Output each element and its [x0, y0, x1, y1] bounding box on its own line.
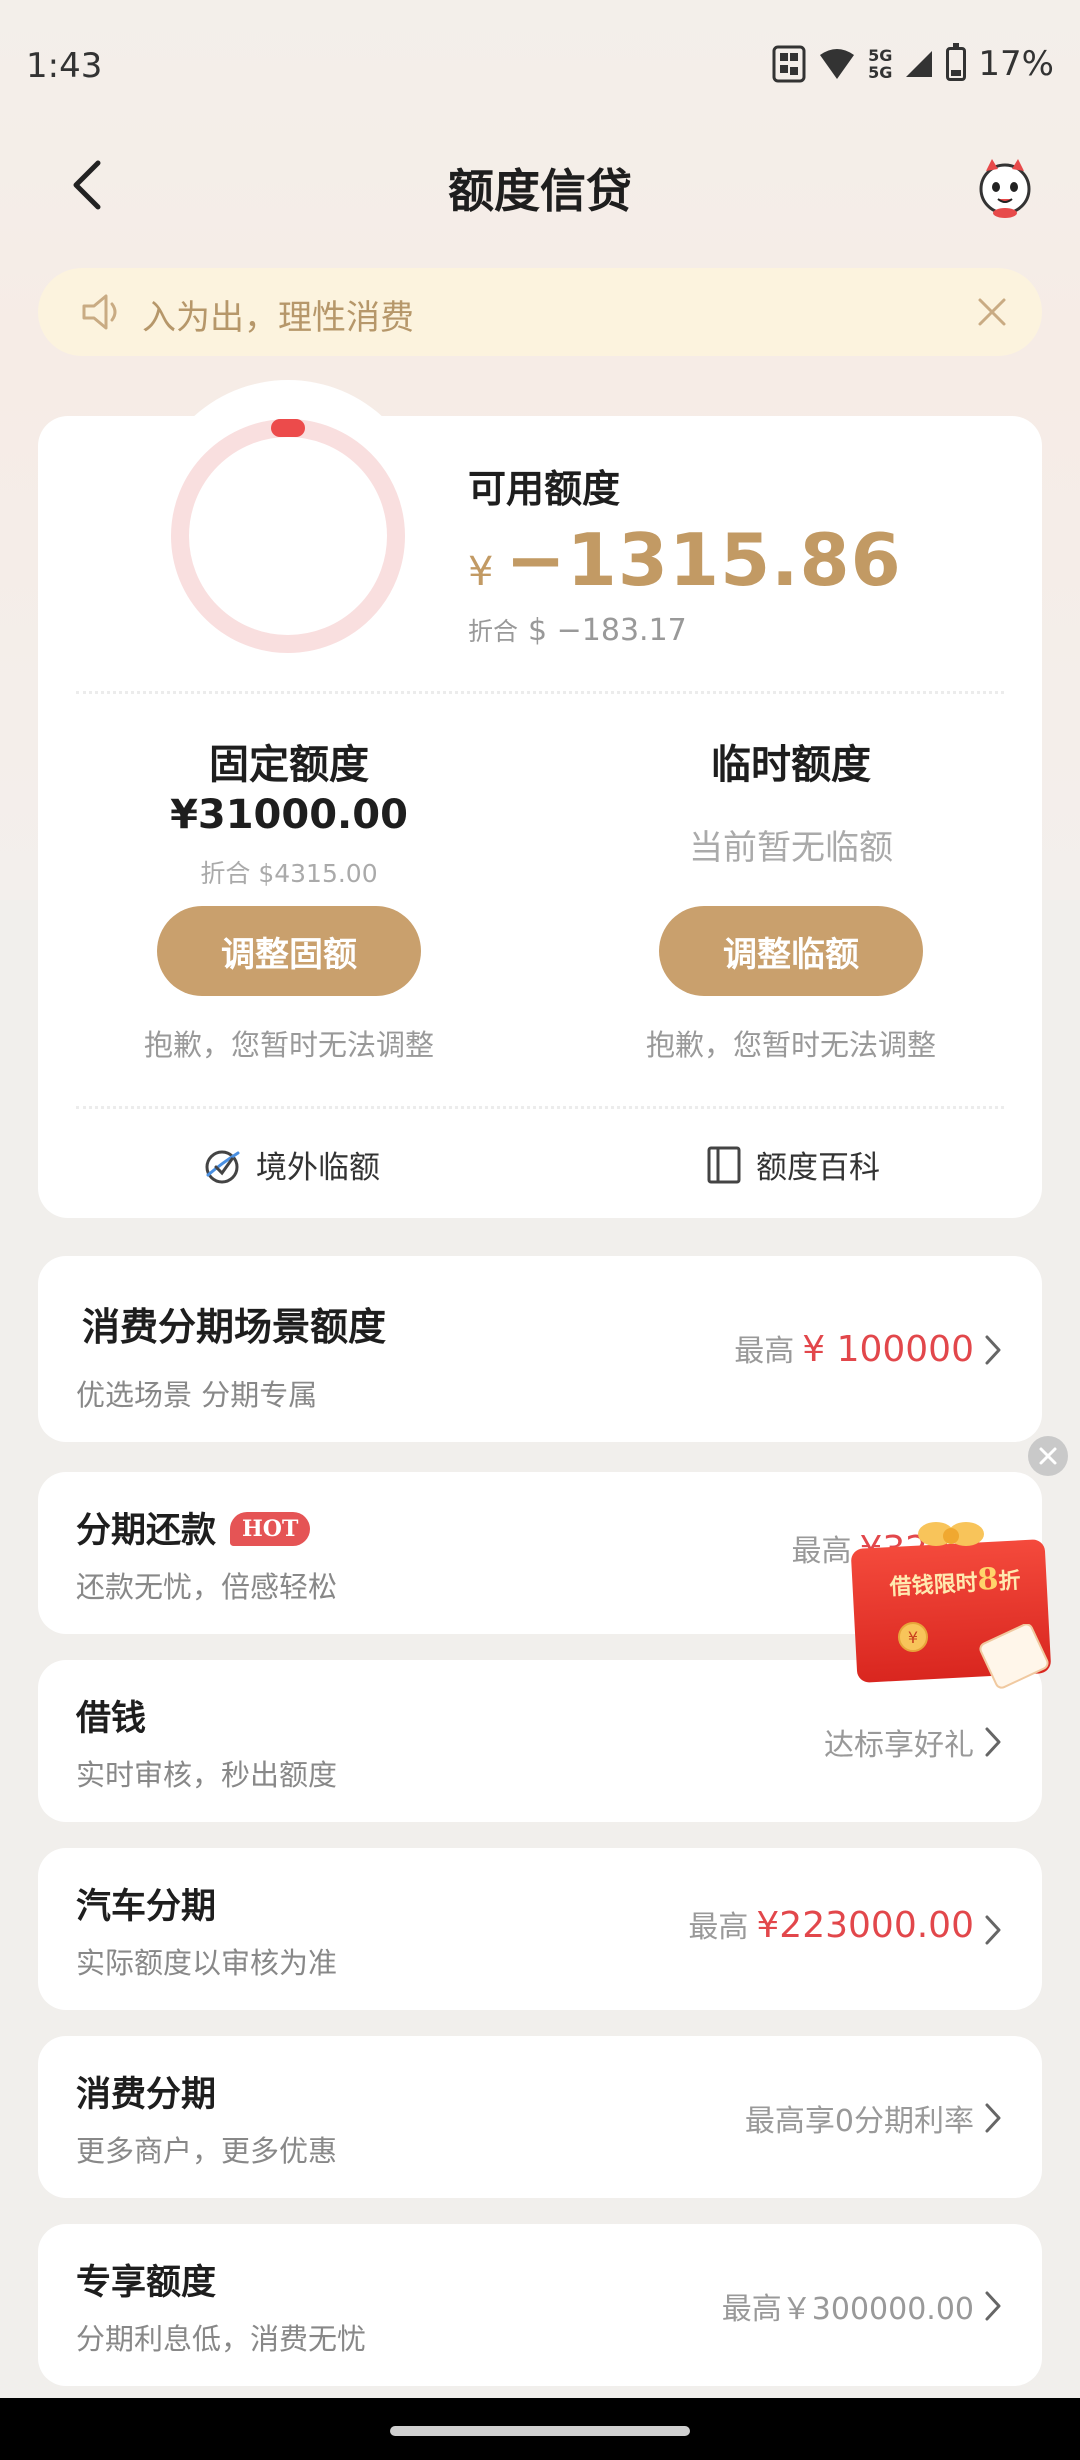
- status-time: 1:43: [26, 46, 103, 86]
- mascot-icon[interactable]: [972, 153, 1038, 219]
- credit-ring-gauge: [171, 419, 405, 653]
- overseas-limit-link[interactable]: 境外临额: [202, 1142, 380, 1187]
- list-item-exclusive-limit[interactable]: 专享额度 分期利息低，消费无忧 最高￥300000.00: [38, 2224, 1042, 2386]
- list-item-value: 最高 ¥ 100000: [734, 1326, 974, 1370]
- list-item-title: 借钱: [76, 1699, 147, 1739]
- temp-limit-note: 抱歉，您暂时无法调整: [645, 1028, 936, 1062]
- list-item-subtitle: 实时审核，秒出额度: [76, 1758, 338, 1792]
- list-item-subtitle: 分期利息低，消费无忧: [76, 2322, 367, 2356]
- list-item-title-text: 分期还款: [76, 1511, 217, 1551]
- hot-badge: HOT: [230, 1512, 311, 1546]
- list-item-subtitle: 更多商户，更多优惠: [76, 2134, 338, 2168]
- close-icon: [1039, 1447, 1057, 1465]
- notice-banner: 入为出，理性消费: [38, 268, 1042, 356]
- value-amount: ¥ 100000: [802, 1329, 974, 1370]
- value-text: 达标享好礼: [824, 1728, 974, 1763]
- speaker-icon: [82, 294, 117, 330]
- svg-text:¥: ¥: [908, 1628, 918, 1647]
- list-item-value: 达标享好礼: [824, 1720, 974, 1764]
- temp-limit-title: 临时额度: [711, 742, 871, 788]
- coin-icon: ¥: [898, 1622, 928, 1652]
- promo-text-c: 折: [997, 1567, 1022, 1595]
- divider: [76, 691, 1004, 694]
- credit-wiki-link[interactable]: 额度百科: [706, 1142, 880, 1187]
- list-item-installment-scene[interactable]: 消费分期场景额度 优选场景 分期专属 最高 ¥ 100000: [38, 1256, 1042, 1442]
- chevron-right-icon: [985, 2291, 1001, 2321]
- available-value: −1315.86: [505, 518, 902, 602]
- list-item-subtitle: 还款无忧，倍感轻松: [76, 1570, 338, 1604]
- list-item-value: 最高享0分期利率: [745, 2096, 974, 2140]
- status-bar: 1:43 5G 5G 17%: [0, 0, 1080, 135]
- adjust-fixed-button[interactable]: 调整固额: [157, 906, 421, 996]
- available-label: 可用额度: [468, 467, 621, 511]
- list-item-subtitle: 优选场景 分期专属: [76, 1378, 318, 1412]
- chevron-right-icon: [985, 1335, 1001, 1365]
- fixed-limit-amount: ¥31000.00: [170, 792, 408, 838]
- list-item-value: 最高 ¥223000.00: [688, 1902, 974, 1946]
- adjust-temp-button[interactable]: 调整临额: [659, 906, 923, 996]
- promo-close-button[interactable]: [1028, 1436, 1068, 1476]
- notice-text: 入为出，理性消费: [142, 298, 414, 338]
- list-item-title: 消费分期: [76, 2075, 217, 2115]
- list-item-title: 汽车分期: [76, 1887, 217, 1927]
- available-currency: ¥: [468, 549, 494, 595]
- available-converted: 折合 $ −183.17: [468, 612, 687, 648]
- list-item-title: 消费分期场景额度: [82, 1305, 387, 1349]
- value-text: 最高享0分期利率: [744, 2104, 974, 2139]
- book-icon: [707, 1146, 741, 1183]
- network-label-2: 5G: [868, 63, 893, 82]
- list-item-consumer-installment[interactable]: 消费分期 更多商户，更多优惠 最高享0分期利率: [38, 2036, 1042, 2198]
- overseas-limit-label: 境外临额: [256, 1150, 380, 1186]
- promo-text-b: 8: [976, 1561, 1000, 1598]
- promo-text-a: 借钱限时: [889, 1569, 979, 1601]
- list-item-title: 分期还款 HOT: [76, 1502, 311, 1553]
- value-prefix: 最高: [734, 1334, 795, 1369]
- converted-label: 折合: [468, 617, 519, 646]
- chevron-right-icon: [985, 1915, 1001, 1945]
- available-amount: ¥ −1315.86: [468, 518, 902, 602]
- list-item-subtitle: 实际额度以审核为准: [76, 1946, 338, 1980]
- nfc-icon: [772, 45, 806, 83]
- converted-value: $ −183.17: [528, 613, 687, 648]
- credit-wiki-label: 额度百科: [756, 1150, 880, 1186]
- close-icon[interactable]: [972, 292, 1012, 332]
- network-labels: 5G 5G: [868, 47, 892, 81]
- signal-icon: [906, 51, 933, 77]
- home-indicator[interactable]: [390, 2426, 690, 2436]
- value-text: 最高￥300000.00: [721, 2292, 974, 2327]
- list-item-title: 专享额度: [76, 2263, 217, 2303]
- list-item-car-loan[interactable]: 汽车分期 实际额度以审核为准 最高 ¥223000.00: [38, 1848, 1042, 2010]
- promo-red-envelope[interactable]: 借钱限时8折 ¥: [826, 1514, 1076, 1700]
- value-prefix: 最高: [688, 1910, 749, 1945]
- chevron-right-icon: [985, 2103, 1001, 2133]
- nav-bar: 额度信贷: [0, 135, 1080, 235]
- fixed-limit-title: 固定额度: [209, 742, 369, 788]
- status-icons: 5G 5G 17%: [772, 43, 1054, 84]
- temp-limit-status: 当前暂无临额: [689, 828, 893, 868]
- divider: [76, 1106, 1004, 1109]
- battery-icon: [946, 43, 967, 81]
- chevron-right-icon: [985, 1727, 1001, 1757]
- ribbon-bow-icon: [918, 1522, 984, 1546]
- ticket-icon: [979, 1624, 1049, 1689]
- wifi-icon: [820, 49, 855, 79]
- network-label-1: 5G: [868, 46, 893, 65]
- fixed-limit-note: 抱歉，您暂时无法调整: [143, 1028, 434, 1062]
- page-title: 额度信贷: [448, 164, 632, 218]
- globe-plane-icon: [205, 1150, 240, 1183]
- value-amount: ¥223000.00: [756, 1905, 974, 1946]
- list-item-value: 最高￥300000.00: [722, 2284, 974, 2328]
- fixed-limit-converted: 折合 $4315.00: [200, 859, 378, 888]
- battery-percent: 17%: [978, 44, 1054, 84]
